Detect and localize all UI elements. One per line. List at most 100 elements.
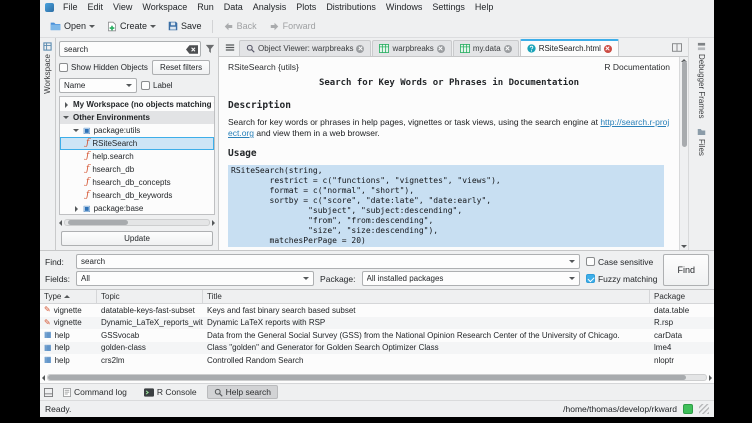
tab-help-search[interactable]: Help search — [207, 385, 278, 399]
tab-command-log[interactable]: Command log — [56, 385, 134, 399]
tree-item-my-workspace[interactable]: My Workspace (no objects matching filter… — [60, 98, 214, 111]
code-line: sortby = c("score", "date:late", "date:e… — [231, 196, 661, 206]
package-icon: ▣ — [83, 127, 91, 135]
show-hidden-objects-checkbox[interactable]: Show Hidden Objects — [59, 63, 148, 72]
forward-button[interactable]: Forward — [263, 18, 322, 34]
window-list-icon[interactable] — [221, 43, 239, 52]
tab-my-data[interactable]: my.data — [453, 40, 519, 56]
column-header-topic[interactable]: Topic — [97, 290, 203, 303]
case-sensitive-checkbox[interactable]: Case sensitive — [586, 257, 658, 267]
scroll-left-icon[interactable] — [42, 375, 45, 381]
function-icon: ƒ — [86, 178, 89, 187]
scrollbar-thumb[interactable] — [68, 220, 128, 225]
help-vertical-scrollbar[interactable] — [679, 57, 688, 250]
toolbar-separator — [212, 20, 213, 33]
menu-run[interactable]: Run — [192, 0, 219, 15]
column-header-title[interactable]: Title — [203, 290, 650, 303]
close-tab-icon[interactable] — [437, 45, 445, 53]
menu-workspace[interactable]: Workspace — [137, 0, 192, 15]
tree-item-label: My Workspace (no objects matching filter… — [73, 100, 214, 109]
filter-funnel-icon[interactable] — [205, 44, 215, 54]
expander-icon[interactable] — [65, 102, 68, 108]
column-header-package[interactable]: Package — [650, 290, 714, 303]
tab-warpbreaks[interactable]: warpbreaks — [372, 40, 451, 56]
scroll-right-icon[interactable] — [709, 375, 712, 381]
table-row[interactable]: ✎vignette Dynamic_LaTeX_reports_with_RSP… — [40, 317, 714, 330]
clear-text-icon[interactable] — [186, 45, 198, 54]
tree-item-help-search[interactable]: ƒ help.search — [60, 150, 214, 163]
usage-code-block-selected[interactable]: RSiteSearch(string, restrict = c("functi… — [228, 165, 664, 247]
workspace-dock-tab[interactable]: Workspace — [43, 42, 52, 94]
menu-data[interactable]: Data — [219, 0, 248, 15]
label-checkbox[interactable]: Label — [141, 81, 173, 90]
tree-item-other-environments[interactable]: Other Environments — [60, 111, 214, 124]
scrollbar-track[interactable] — [47, 374, 707, 381]
scrollbar-track[interactable] — [64, 219, 210, 226]
menu-view[interactable]: View — [108, 0, 137, 15]
tree-item-hsearch-db-concepts[interactable]: ƒ hsearch_db_concepts — [60, 176, 214, 189]
back-button[interactable]: Back — [217, 18, 263, 34]
tab-label: my.data — [473, 44, 501, 53]
tree-horizontal-scrollbar[interactable] — [59, 218, 215, 227]
resize-grip[interactable] — [699, 404, 709, 414]
r-engine-status-indicator[interactable] — [683, 404, 693, 414]
scroll-right-icon[interactable] — [212, 220, 215, 226]
menu-distributions[interactable]: Distributions — [321, 0, 381, 15]
split-view-icon[interactable] — [668, 43, 686, 52]
object-tree: My Workspace (no objects matching filter… — [59, 96, 215, 215]
tab-object-viewer-warpbreaks[interactable]: Object Viewer: warpbreaks — [239, 40, 371, 56]
chevron-down-icon — [150, 25, 156, 28]
close-tab-icon[interactable] — [356, 45, 364, 53]
tree-item-hsearch-db-keywords[interactable]: ƒ hsearch_db_keywords — [60, 189, 214, 202]
create-button[interactable]: Create — [101, 18, 162, 35]
expander-icon[interactable] — [73, 129, 79, 132]
column-header-type[interactable]: Type — [40, 290, 97, 303]
menubar: File Edit View Workspace Run Data Analys… — [40, 0, 714, 15]
save-button[interactable]: Save — [162, 18, 208, 34]
expander-icon[interactable] — [75, 206, 78, 212]
description-heading: Description — [228, 100, 670, 111]
open-button[interactable]: Open — [44, 18, 101, 34]
name-filter-select[interactable]: Name — [59, 78, 137, 93]
files-dock-tab[interactable]: Files — [697, 128, 706, 156]
tree-item-rsitesearch[interactable]: ƒ RSiteSearch — [60, 137, 214, 150]
code-line: restrict = c("functions", "vignettes", "… — [231, 176, 661, 186]
menu-plots[interactable]: Plots — [291, 0, 321, 15]
debugger-frames-dock-tab[interactable]: Debugger Frames — [697, 42, 706, 118]
tree-item-label: Other Environments — [73, 113, 150, 122]
tool-views-icon[interactable] — [44, 388, 53, 397]
menu-windows[interactable]: Windows — [381, 0, 428, 15]
scrollbar-thumb[interactable] — [48, 375, 686, 380]
table-row[interactable]: ▦help crs2lm Controlled Random Search nl… — [40, 354, 714, 367]
object-search-input[interactable]: search — [59, 41, 201, 57]
reset-filters-button[interactable]: Reset filters — [152, 60, 210, 75]
scroll-left-icon[interactable] — [59, 220, 62, 226]
package-select[interactable]: All installed packages — [362, 271, 580, 286]
chevron-down-icon — [569, 260, 575, 263]
tree-item-package-base[interactable]: ▣ package:base — [60, 202, 214, 215]
tree-item-package-utils[interactable]: ▣ package:utils — [60, 124, 214, 137]
tree-item-hsearch-db[interactable]: ƒ hsearch_db — [60, 163, 214, 176]
find-button[interactable]: Find — [663, 254, 709, 286]
table-row[interactable]: ▦help golden-class Class "golden" and Ge… — [40, 342, 714, 355]
table-header: Type Topic Title Package — [40, 290, 714, 304]
tab-rsitesearch-html[interactable]: RSiteSearch.html — [520, 39, 619, 56]
tab-r-console[interactable]: R Console — [137, 385, 204, 399]
find-input[interactable]: search — [76, 254, 580, 269]
fuzzy-matching-checkbox[interactable]: Fuzzy matching — [586, 274, 658, 284]
results-horizontal-scrollbar[interactable] — [42, 373, 712, 382]
menu-settings[interactable]: Settings — [427, 0, 470, 15]
table-row[interactable]: ✎vignette datatable-keys-fast-subset Key… — [40, 304, 714, 317]
menu-file[interactable]: File — [58, 0, 83, 15]
expander-icon[interactable] — [63, 116, 69, 119]
table-row[interactable]: ▦help GSSvocab Data from the General Soc… — [40, 329, 714, 342]
fields-select[interactable]: All — [76, 271, 314, 286]
close-tab-icon[interactable] — [504, 45, 512, 53]
update-button[interactable]: Update — [61, 231, 213, 246]
menu-edit[interactable]: Edit — [83, 0, 109, 15]
menu-analysis[interactable]: Analysis — [248, 0, 292, 15]
menu-help[interactable]: Help — [470, 0, 499, 15]
close-tab-icon[interactable] — [604, 45, 612, 53]
scroll-down-icon[interactable] — [681, 245, 687, 248]
scrollbar-thumb[interactable] — [682, 61, 687, 147]
